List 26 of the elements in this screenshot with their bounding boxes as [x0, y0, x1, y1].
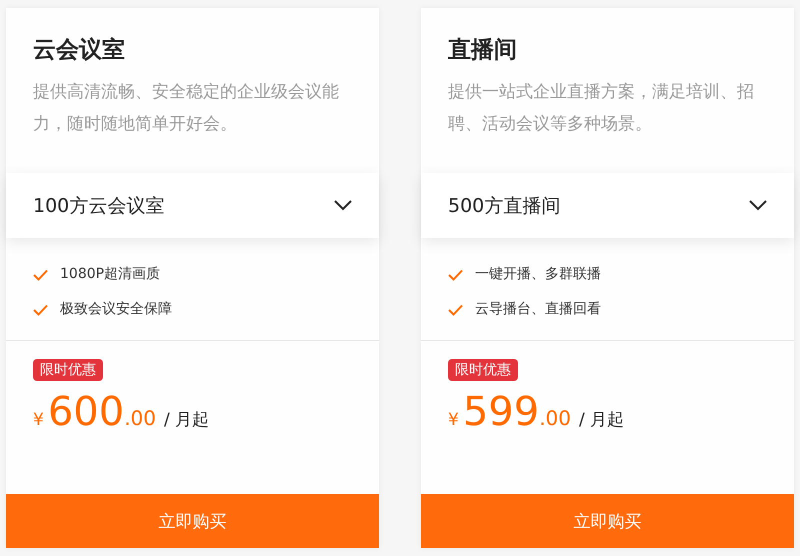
price-integer: 599 — [462, 389, 540, 435]
price-integer: 600 — [48, 389, 124, 435]
price-unit: / 月起 — [579, 409, 624, 431]
currency-symbol: ¥ — [33, 410, 44, 430]
feature-text: 1080P超清画质 — [60, 265, 160, 284]
chevron-down-icon — [749, 200, 767, 211]
card-description: 提供高清流畅、安全稳定的企业级会议能力，随时随地简单开好会。 — [33, 81, 340, 136]
card-title: 直播间 — [448, 36, 518, 65]
feature-text: 极致会议安全保障 — [60, 300, 172, 319]
card-title: 云会议室 — [33, 36, 126, 65]
promo-badge: 限时优惠 — [33, 359, 103, 381]
plan-select[interactable]: 100方云会议室 — [6, 173, 379, 238]
check-icon — [33, 304, 48, 316]
check-icon — [33, 268, 48, 280]
plan-select[interactable]: 500方直播间 — [421, 173, 794, 238]
price-decimal: .00 — [124, 406, 156, 430]
card-description: 提供一站式企业直播方案，满足培训、招聘、活动会议等多种场景。 — [448, 81, 755, 136]
currency-symbol: ¥ — [448, 410, 459, 430]
feature-text: 一键开播、多群联播 — [475, 265, 601, 284]
price-unit: / 月起 — [164, 409, 210, 431]
feature-text: 云导播台、直播回看 — [475, 300, 601, 319]
check-icon — [448, 304, 463, 316]
promo-badge: 限时优惠 — [448, 359, 518, 381]
check-icon — [448, 268, 463, 280]
chevron-down-icon — [334, 200, 352, 211]
price-decimal: .00 — [539, 406, 571, 430]
